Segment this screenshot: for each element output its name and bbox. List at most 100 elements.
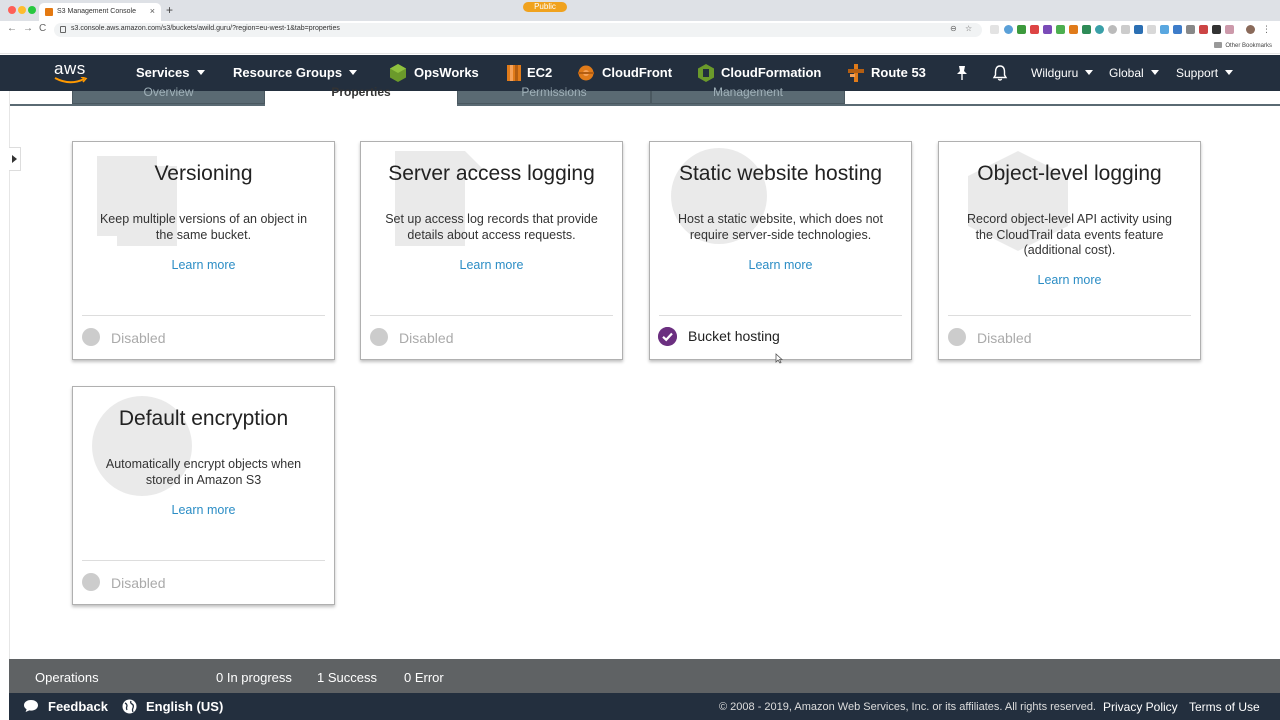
resource-groups-menu[interactable]: Resource Groups [233,65,358,80]
check-circle-icon [658,327,677,346]
extension-icon[interactable] [990,25,999,34]
support-menu[interactable]: Support [1176,66,1234,80]
extension-icon[interactable] [1212,25,1221,34]
services-menu[interactable]: Services [136,65,205,80]
status-text: Disabled [977,330,1032,346]
status-text: Bucket hosting [688,328,780,344]
card-divider [370,315,613,316]
operations-error[interactable]: 0 Error [404,670,444,685]
learn-more-link[interactable]: Learn more [361,258,622,272]
extension-icon[interactable] [1043,25,1052,34]
card-title: Default encryption [118,407,289,430]
opsworks-icon[interactable] [390,64,406,82]
privacy-policy-link[interactable]: Privacy Policy [1103,700,1178,714]
status-text: Disabled [399,330,454,346]
card-description: Keep multiple versions of an object in t… [99,212,308,242]
bookmark-star-icon[interactable]: ☆ [965,24,972,33]
extension-icon[interactable] [1017,25,1026,34]
extension-icon[interactable] [1160,25,1169,34]
tab-permissions[interactable]: Permissions [457,85,651,104]
feedback-chat-icon[interactable] [23,699,39,713]
support-label: Support [1176,66,1219,80]
extension-icon[interactable] [1082,25,1091,34]
extension-icon[interactable] [1069,25,1078,34]
gmail-extension-icon[interactable] [1030,25,1039,34]
server-access-logging-card[interactable]: Server access logging Set up access log … [360,141,623,360]
operations-label[interactable]: Operations [35,670,99,685]
learn-more-link[interactable]: Learn more [73,258,334,272]
status-text: Disabled [111,330,166,346]
other-bookmarks[interactable]: Other Bookmarks [1214,42,1272,49]
extension-icon[interactable] [1173,25,1182,34]
chevron-down-icon [1225,70,1234,75]
tab-overview[interactable]: Overview [72,85,265,104]
language-selector[interactable]: English (US) [146,699,223,714]
extension-icon[interactable] [1108,25,1117,34]
profile-avatar[interactable] [1246,25,1255,34]
operations-in-progress[interactable]: 0 In progress [216,670,292,685]
extension-icon[interactable] [1134,25,1143,34]
tab-properties[interactable]: Properties [265,85,457,106]
region-label: Global [1109,66,1144,80]
learn-more-link[interactable]: Learn more [73,503,334,517]
learn-more-link[interactable]: Learn more [650,258,911,272]
extension-icon[interactable] [1056,25,1065,34]
versioning-card[interactable]: Versioning Keep multiple versions of an … [72,141,335,360]
pin-icon[interactable] [955,65,969,81]
address-bar[interactable]: s3.console.aws.amazon.com/s3/buckets/awi… [54,23,982,37]
tab-management[interactable]: Management [651,85,845,104]
static-website-hosting-card[interactable]: Static website hosting Host a static web… [649,141,912,360]
object-level-logging-card[interactable]: Object-level logging Record object-level… [938,141,1201,360]
extension-icon[interactable] [1121,25,1130,34]
shortcut-route-53[interactable]: Route 53 [871,65,926,80]
shortcut-opsworks[interactable]: OpsWorks [414,65,479,80]
card-description: Automatically encrypt objects when store… [105,457,302,487]
copyright-text: © 2008 - 2019, Amazon Web Services, Inc.… [719,701,1096,713]
new-tab-button[interactable]: + [166,3,173,17]
maximize-window-button[interactable] [28,6,36,14]
learn-more-link[interactable]: Learn more [939,273,1200,287]
extension-icon[interactable] [1225,25,1234,34]
disabled-status-icon [370,328,388,346]
default-encryption-card[interactable]: Default encryption Automatically encrypt… [72,386,335,605]
ec2-icon[interactable] [506,64,522,82]
extension-icon[interactable] [1199,25,1208,34]
bell-icon[interactable] [992,64,1008,82]
shortcut-ec2[interactable]: EC2 [527,65,552,80]
zoom-icon[interactable]: ⊖ [950,24,957,33]
browser-menu-icon[interactable]: ⋮ [1262,25,1271,34]
cloudfront-icon[interactable] [578,64,594,82]
reload-button[interactable]: C [39,23,46,34]
forward-button[interactable]: → [23,23,33,34]
cloudformation-icon[interactable] [698,64,714,82]
shortcut-cloudformation[interactable]: CloudFormation [721,65,821,80]
minimize-window-button[interactable] [18,6,26,14]
route-53-icon[interactable] [848,64,864,82]
mouse-cursor-icon [775,353,783,364]
tab-management-label: Management [712,85,784,99]
back-button[interactable]: ← [7,23,17,34]
card-divider [82,560,325,561]
extension-icon[interactable] [1095,25,1104,34]
terms-of-use-link[interactable]: Terms of Use [1189,700,1260,714]
close-tab-icon[interactable]: × [150,6,155,16]
card-description: Record object-level API activity using t… [967,212,1172,257]
card-description: Host a static website, which does not re… [678,212,883,242]
sidebar-expand-button[interactable] [9,147,21,171]
tab-overview-label: Overview [143,85,194,99]
extension-icon[interactable] [1147,25,1156,34]
aws-logo[interactable]: aws [54,59,90,85]
user-menu[interactable]: Wildguru [1031,66,1094,80]
operations-success[interactable]: 1 Success [317,670,377,685]
footer: Feedback English (US) © 2008 - 2019, Ama… [9,693,1280,720]
extension-icon[interactable] [1004,25,1013,34]
close-window-button[interactable] [8,6,16,14]
sidebar-edge [9,91,10,659]
shortcut-cloudfront[interactable]: CloudFront [602,65,672,80]
extension-icon[interactable] [1186,25,1195,34]
region-menu[interactable]: Global [1109,66,1159,80]
browser-tab[interactable]: S3 Management Console × [39,3,161,21]
tab-properties-label: Properties [331,85,391,99]
feedback-link[interactable]: Feedback [48,699,108,714]
card-divider [659,315,902,316]
